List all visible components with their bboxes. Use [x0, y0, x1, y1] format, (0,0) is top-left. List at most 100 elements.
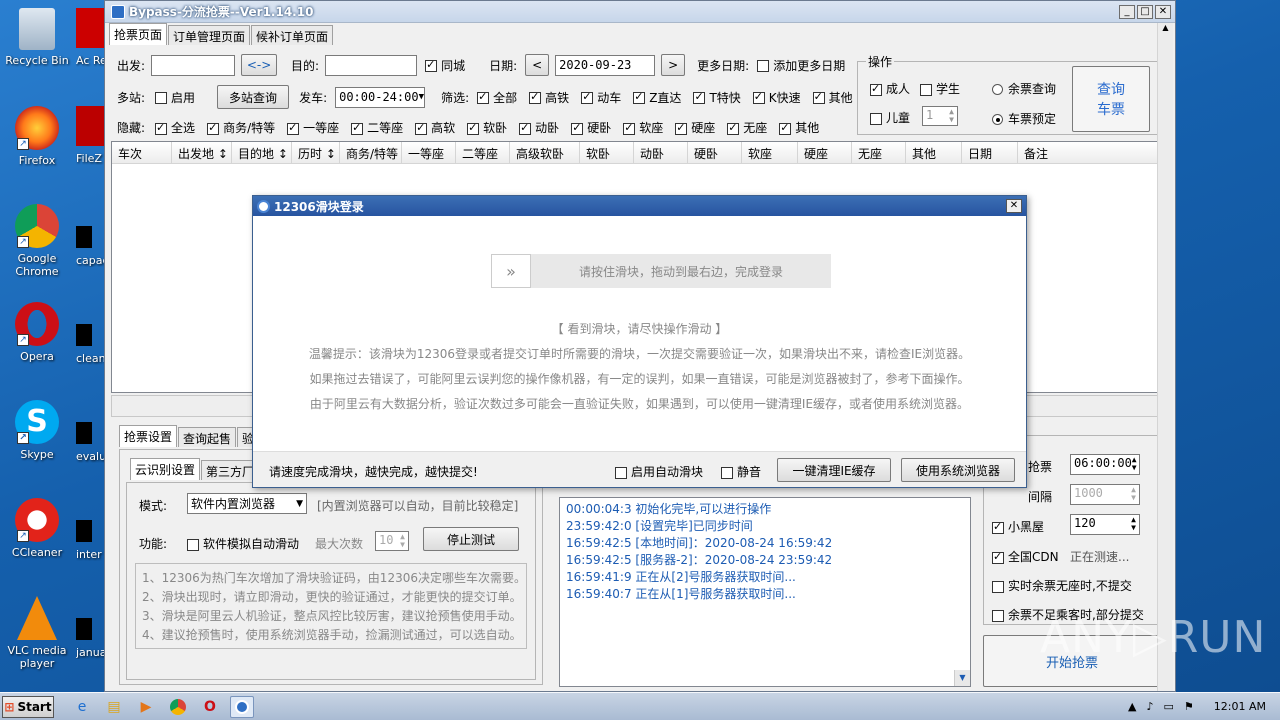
hide-checkbox[interactable]: 硬卧	[571, 119, 611, 136]
desktop-shortcut-partial[interactable]: inter	[76, 520, 106, 561]
filter-other-checkbox[interactable]: 其他	[812, 89, 853, 106]
child-count-stepper[interactable]: 1 ▲ ▼	[922, 106, 958, 126]
tab-third-party[interactable]: 第三方厂	[201, 460, 260, 480]
start-button[interactable]: ⊞ Start	[2, 695, 54, 718]
scroll-down-icon[interactable]: ▼	[954, 670, 970, 686]
hide-checkbox[interactable]: 高软	[415, 119, 455, 136]
tab-grab-settings[interactable]: 抢票设置	[119, 425, 178, 447]
filter-dongche-checkbox[interactable]: 动车	[581, 89, 621, 106]
hide-checkbox[interactable]: 一等座	[287, 119, 339, 136]
auto-slide-checkbox[interactable]: 启用自动滑块	[615, 463, 703, 480]
stop-test-button[interactable]: 停止测试	[423, 527, 519, 551]
close-button[interactable]: ✕	[1155, 5, 1171, 19]
blackroom-checkbox[interactable]: 小黑屋	[992, 518, 1044, 535]
hide-checkbox[interactable]: 无座	[727, 119, 767, 136]
slider-track[interactable]: » 请按住滑块，拖动到最右边，完成登录	[491, 254, 831, 288]
maximize-button[interactable]: □	[1137, 5, 1153, 19]
hide-checkbox[interactable]: 动卧	[519, 119, 559, 136]
desktop-shortcut-partial[interactable]: evalu	[76, 422, 106, 463]
column-header[interactable]: 无座	[852, 142, 906, 163]
network-icon[interactable]: ▭	[1164, 700, 1174, 713]
blackroom-input[interactable]: 120 ▲ ▼	[1070, 514, 1140, 535]
clock[interactable]: 12:01 AM	[1214, 700, 1266, 713]
bypass-taskbar-icon[interactable]	[230, 695, 254, 718]
clear-ie-cache-button[interactable]: 一键清理IE缓存	[777, 458, 891, 482]
ccleaner-shortcut[interactable]: ↗ CCleaner	[2, 498, 72, 559]
window-scrollbar[interactable]: ▲	[1157, 23, 1173, 691]
media-player-taskbar-icon[interactable]: ▶	[134, 696, 158, 718]
cdn-checkbox[interactable]: 全国CDN	[992, 548, 1059, 565]
desktop-shortcut-partial[interactable]: janua	[76, 618, 106, 659]
dialog-titlebar[interactable]: 12306滑块登录 ✕	[253, 196, 1026, 216]
slider-handle[interactable]: »	[491, 254, 531, 288]
ie-taskbar-icon[interactable]: e	[70, 696, 94, 718]
to-station-input[interactable]	[325, 54, 418, 76]
add-more-dates-checkbox[interactable]: 添加更多日期	[757, 57, 845, 74]
reserve-radio[interactable]: 车票预定	[992, 110, 1056, 127]
column-header[interactable]: 高级软卧	[510, 142, 580, 163]
column-header[interactable]: 一等座	[402, 142, 456, 163]
column-header[interactable]: 出发地 ↕	[172, 142, 232, 163]
same-city-checkbox[interactable]: 同城	[425, 57, 465, 74]
column-header[interactable]: 日期	[962, 142, 1018, 163]
tab-cloud-recognition[interactable]: 云识别设置	[130, 458, 201, 480]
column-header[interactable]: 历时 ↕	[292, 142, 340, 163]
hide-checkbox[interactable]: 软座	[623, 119, 663, 136]
tray-expand-icon[interactable]: ▲	[1128, 700, 1136, 713]
mode-select[interactable]: 软件内置浏览器 ▼	[187, 493, 307, 514]
recycle-bin-shortcut[interactable]: Recycle Bin	[2, 8, 72, 67]
column-header[interactable]: 二等座	[456, 142, 510, 163]
column-header[interactable]: 软卧	[580, 142, 634, 163]
vlc-shortcut[interactable]: VLC media player	[2, 596, 72, 670]
scroll-up-icon[interactable]: ▲	[1158, 23, 1173, 32]
filter-z-checkbox[interactable]: Z直达	[633, 89, 681, 106]
hide-checkbox[interactable]: 二等座	[351, 119, 403, 136]
tab-grab-tickets[interactable]: 抢票页面	[109, 23, 168, 45]
hide-checkbox[interactable]: 硬座	[675, 119, 715, 136]
opera-taskbar-icon[interactable]: O	[198, 696, 222, 718]
minimize-button[interactable]: _	[1119, 5, 1135, 19]
date-input[interactable]	[555, 54, 656, 76]
column-header[interactable]: 软座	[742, 142, 798, 163]
column-header[interactable]: 其他	[906, 142, 962, 163]
prev-date-button[interactable]: <	[525, 54, 550, 76]
column-header[interactable]: 硬卧	[688, 142, 742, 163]
desktop-shortcut-partial[interactable]: FileZ	[76, 106, 106, 165]
query-tickets-button[interactable]: 查询 车票	[1072, 66, 1150, 132]
tab-order-management[interactable]: 订单管理页面	[168, 25, 251, 45]
hide-checkbox[interactable]: 商务/特等	[207, 119, 275, 136]
realtime-checkbox[interactable]: 实时余票无座时,不提交	[992, 577, 1132, 594]
filter-t-checkbox[interactable]: T特快	[693, 89, 741, 106]
enable-multi-station-checkbox[interactable]: 启用	[155, 89, 195, 106]
grab-time-input[interactable]: 06:00:00 ▲ ▼	[1070, 454, 1140, 475]
remain-query-radio[interactable]: 余票查询	[992, 80, 1056, 97]
firefox-shortcut[interactable]: ↗ Firefox	[2, 106, 72, 167]
volume-icon[interactable]: ♪	[1146, 700, 1153, 713]
multi-station-query-button[interactable]: 多站查询	[217, 85, 290, 109]
adult-checkbox[interactable]: 成人	[870, 80, 910, 97]
hide-checkbox[interactable]: 软卧	[467, 119, 507, 136]
hide-checkbox[interactable]: 其他	[779, 119, 819, 136]
interval-input[interactable]: 1000 ▲ ▼	[1070, 484, 1140, 505]
from-station-input[interactable]	[151, 54, 236, 76]
window-titlebar[interactable]: Bypass-分流抢票--Ver1.14.10 _ □ ✕	[105, 1, 1175, 23]
column-header[interactable]: 备注	[1018, 142, 1110, 163]
filter-gaotie-checkbox[interactable]: 高铁	[529, 89, 569, 106]
chrome-taskbar-icon[interactable]	[166, 696, 190, 718]
next-date-button[interactable]: >	[661, 54, 686, 76]
hide-checkbox[interactable]: 全选	[155, 119, 195, 136]
child-checkbox[interactable]: 儿童	[870, 109, 910, 126]
explorer-taskbar-icon[interactable]: ▤	[102, 696, 126, 718]
chrome-shortcut[interactable]: ↗ Google Chrome	[2, 204, 72, 278]
desktop-shortcut-partial[interactable]: clean	[76, 324, 106, 365]
student-checkbox[interactable]: 学生	[920, 80, 960, 97]
mute-checkbox[interactable]: 静音	[721, 463, 761, 480]
log-panel[interactable]: 00:00:04:3 初始化完毕,可以进行操作 23:59:42:0 [设置完毕…	[559, 497, 971, 687]
filter-k-checkbox[interactable]: K快速	[752, 89, 801, 106]
desktop-shortcut-partial[interactable]: Ac Rea	[76, 8, 106, 67]
column-header[interactable]: 车次	[112, 142, 172, 163]
column-header[interactable]: 动卧	[634, 142, 688, 163]
filter-all-checkbox[interactable]: 全部	[477, 89, 517, 106]
depart-time-select[interactable]: 00:00-24:00 ▼	[335, 86, 426, 108]
dialog-close-button[interactable]: ✕	[1006, 199, 1022, 213]
